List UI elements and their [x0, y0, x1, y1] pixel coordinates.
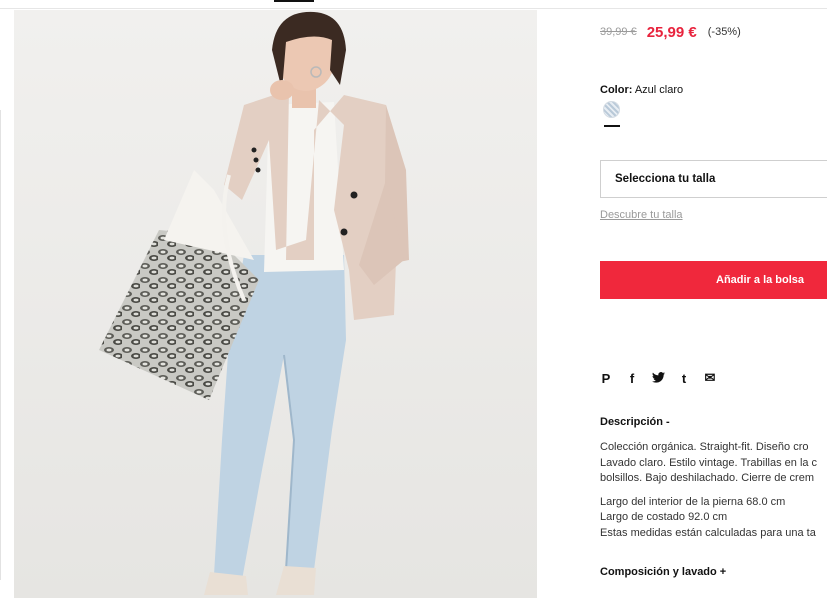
- left-rail: [0, 110, 1, 580]
- model-illustration: [14, 10, 537, 598]
- facebook-icon[interactable]: f: [624, 371, 640, 386]
- description-heading[interactable]: Descripción -: [600, 416, 670, 428]
- share-icons: P f t ✉: [598, 370, 718, 386]
- product-image[interactable]: [14, 10, 537, 598]
- description-line: Colección orgánica. Straight-fit. Diseño…: [600, 441, 809, 453]
- original-price: 39,99 €: [600, 26, 637, 38]
- header-divider: [0, 8, 827, 9]
- description-line: bolsillos. Bajo deshilachado. Cierre de …: [600, 472, 814, 484]
- color-info: Color: Azul claro: [600, 84, 683, 96]
- color-label: Color:: [600, 84, 633, 96]
- discount-badge: (-35%): [707, 26, 741, 38]
- twitter-icon[interactable]: [650, 371, 666, 386]
- add-to-bag-button[interactable]: Añadir a la bolsa: [600, 261, 827, 299]
- size-select[interactable]: Selecciona tu talla: [600, 160, 827, 198]
- measure-line: Largo del interior de la pierna 68.0 cm: [600, 495, 786, 508]
- description-line: Lavado claro. Estilo vintage. Trabillas …: [600, 456, 818, 469]
- sale-price: 25,99 €: [646, 23, 697, 41]
- color-value: Azul claro: [634, 84, 684, 96]
- size-guide-link[interactable]: Descubre tu talla: [600, 209, 683, 221]
- active-thumbnail-indicator: [274, 0, 314, 2]
- size-select-label: Selecciona tu talla: [615, 173, 716, 185]
- color-swatch-light-blue[interactable]: [603, 101, 620, 118]
- composition-heading[interactable]: Composición y lavado +: [600, 566, 726, 578]
- email-icon[interactable]: ✉: [702, 370, 718, 386]
- description-text: Colección orgánica. Straight-fit. Diseño…: [600, 440, 827, 541]
- price-row: 39,99 € 25,99 € (-35%): [600, 22, 741, 42]
- selected-swatch-indicator: [604, 125, 620, 127]
- measure-line: Largo de costado 92.0 cm: [600, 511, 728, 523]
- measure-line: Estas medidas están calculadas para una …: [600, 526, 816, 539]
- pinterest-icon[interactable]: P: [598, 371, 614, 386]
- tumblr-icon[interactable]: t: [676, 371, 692, 386]
